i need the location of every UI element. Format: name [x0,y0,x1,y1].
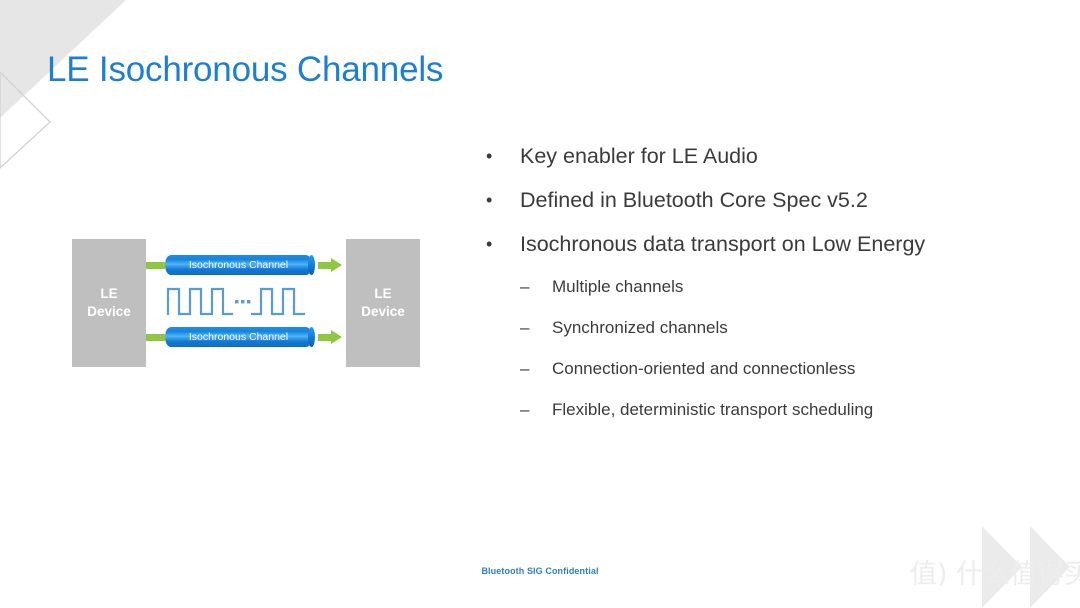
bullet-marker: – [520,277,530,296]
isochronous-channel-row-bottom: Isochronous Channel [146,327,346,347]
bullet-item-level2: – Synchronized channels [484,307,1044,348]
watermark: 值) 什么值得买 [900,518,1080,608]
green-arrow-icon-bottom [318,330,342,344]
le-device-box-right: LE Device [346,239,420,367]
bullet-marker: • [486,234,493,254]
bullet-marker: – [520,359,530,378]
bullet-item-level2: – Multiple channels [484,266,1044,307]
green-connector-stub-bottom [146,333,165,341]
bullet-text: Multiple channels [552,277,684,296]
square-wave-icon [166,287,306,316]
green-arrow-head-top [331,258,342,272]
bullet-text: Flexible, deterministic transport schedu… [552,400,874,419]
green-connector-stub-top [146,261,165,269]
page-title: LE Isochronous Channels [47,50,444,89]
bullet-marker: • [486,190,493,210]
bullet-item-level2: – Flexible, deterministic transport sche… [484,389,1044,430]
le-device-right-line1: LE [374,286,392,301]
le-device-box-left: LE Device [72,239,146,367]
bullet-marker: – [520,400,530,419]
isochronous-channel-diagram: LE Device LE Device Isochronous Channel [72,239,420,367]
slide-canvas: LE Isochronous Channels LE Device LE Dev… [0,0,1080,608]
decoration-outline-chevron [0,71,51,169]
bullet-text: Isochronous data transport on Low Energy [520,232,926,256]
green-arrow-shaft-bottom [318,333,332,341]
bullet-marker: – [520,318,530,337]
isochronous-channel-label-top: Isochronous Channel [188,259,289,271]
green-arrow-icon-top [318,258,342,272]
isochronous-channel-cylinder-bottom: Isochronous Channel [165,327,315,347]
isochronous-channel-row-top: Isochronous Channel [146,255,346,275]
bullet-list: • Key enabler for LE Audio • Defined in … [484,134,1044,430]
bullet-text: Key enabler for LE Audio [520,144,758,168]
bullet-text: Synchronized channels [552,318,728,337]
isochronous-channel-cylinder-top: Isochronous Channel [165,255,315,275]
bullet-marker: • [486,146,493,166]
green-arrow-head-bottom [331,330,342,344]
bullet-item-level2: – Connection-oriented and connectionless [484,348,1044,389]
le-device-left-line1: LE [100,286,118,301]
bullet-text: Defined in Bluetooth Core Spec v5.2 [520,188,868,212]
bullet-item-level1: • Key enabler for LE Audio [484,134,1044,178]
bullet-item-level1: • Isochronous data transport on Low Ener… [484,222,1044,266]
le-device-right-line2: Device [361,304,405,319]
green-arrow-shaft-top [318,261,332,269]
waveform-ellipsis [235,300,251,304]
isochronous-channel-label-bottom: Isochronous Channel [188,331,289,343]
bullet-item-level1: • Defined in Bluetooth Core Spec v5.2 [484,178,1044,222]
bullet-text: Connection-oriented and connectionless [552,359,856,378]
le-device-left-line2: Device [87,304,131,319]
footer-confidentiality-notice: Bluetooth SIG Confidential [481,566,599,576]
